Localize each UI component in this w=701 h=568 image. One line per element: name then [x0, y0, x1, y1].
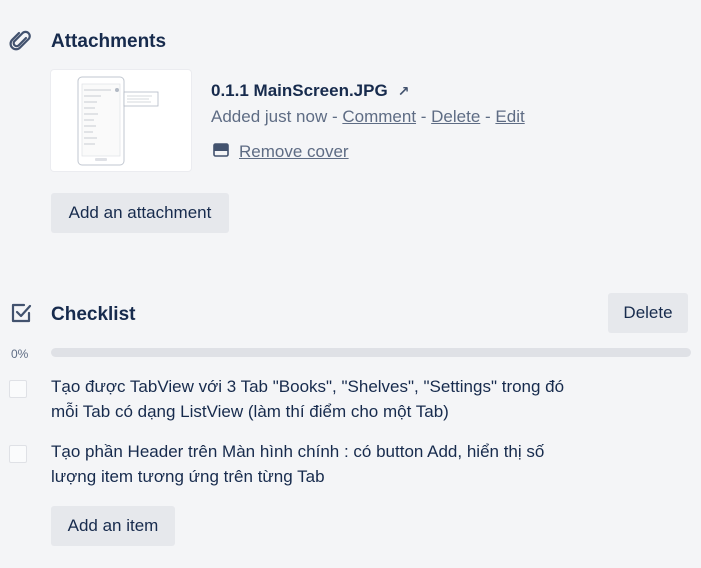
- attachment-name-row: 0.1.1 MainScreen.JPG ↗: [211, 80, 409, 102]
- add-attachment-button[interactable]: Add an attachment: [51, 193, 229, 233]
- paperclip-icon: [8, 28, 34, 54]
- attachment-thumbnail[interactable]: [51, 70, 191, 171]
- attachments-title: Attachments: [51, 31, 167, 52]
- checklist-item-checkbox[interactable]: [9, 445, 27, 463]
- delete-attachment-link[interactable]: Delete: [431, 107, 480, 126]
- separator: -: [416, 107, 432, 126]
- attachment-added-text: Added just now: [211, 107, 328, 126]
- progress-bar: [51, 348, 691, 357]
- add-item-button[interactable]: Add an item: [51, 506, 175, 546]
- remove-cover-link[interactable]: Remove cover: [239, 141, 349, 163]
- edit-attachment-link[interactable]: Edit: [495, 107, 524, 126]
- separator: -: [327, 107, 343, 126]
- attachment-meta: Added just now - Comment - Delete - Edit: [211, 106, 525, 128]
- progress-percent: 0%: [11, 347, 29, 361]
- comment-link[interactable]: Comment: [342, 107, 416, 126]
- checklist-title: Checklist: [51, 304, 136, 325]
- checklist-item-checkbox[interactable]: [9, 380, 27, 398]
- attachment-name[interactable]: 0.1.1 MainScreen.JPG: [211, 81, 388, 100]
- external-link-icon[interactable]: ↗: [398, 83, 410, 99]
- separator: -: [480, 107, 496, 126]
- checklist-item-text[interactable]: Tạo được TabView với 3 Tab "Books", "She…: [51, 374, 581, 424]
- card-cover-icon: [213, 141, 229, 163]
- delete-checklist-button[interactable]: Delete: [608, 293, 688, 333]
- checklist-item-text[interactable]: Tạo phần Header trên Màn hình chính : có…: [51, 439, 581, 489]
- checkbox-icon: [8, 300, 34, 326]
- remove-cover-row[interactable]: Remove cover: [213, 141, 349, 163]
